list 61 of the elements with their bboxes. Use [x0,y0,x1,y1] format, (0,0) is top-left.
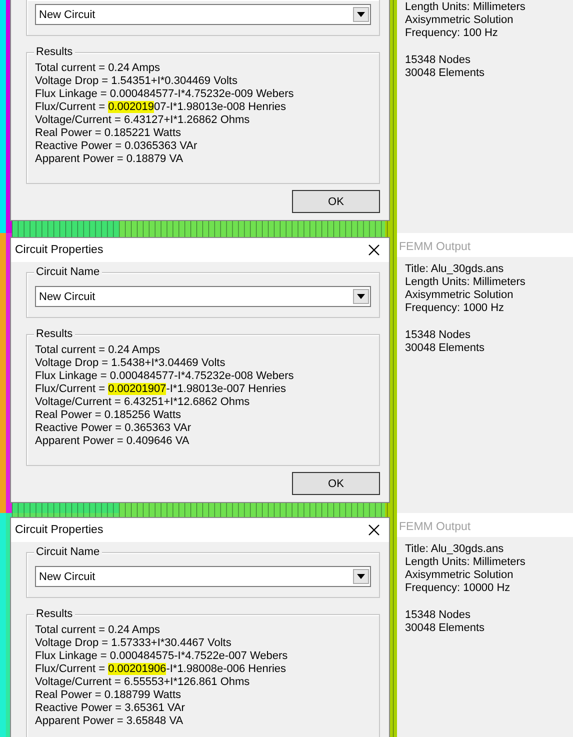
dropdown-value: New Circuit [39,570,96,582]
dropdown-arrow-button[interactable] [353,569,369,584]
result-line: Reactive Power = 0.365363 VAr [35,422,192,435]
output-text: 30048 Elements [405,622,486,635]
result-line: Apparent Power = 0.409646 VA [35,435,190,448]
output-text: Frequency: 10000 Hz [405,582,512,595]
caret-icon [357,294,365,299]
output-text: 30048 Elements [405,342,486,355]
dropdown-value: New Circuit [39,290,96,302]
output-text: 15348 Nodes [405,329,472,342]
result-line: Voltage Drop = 1.57333+I*30.4467 Volts [35,637,232,650]
dropdown-value: New Circuit [39,8,96,20]
close-icon [368,524,380,536]
result-line: Total current = 0.24 Amps [35,624,162,637]
result-line: Voltage/Current = 6.55553+I*126.861 Ohms [35,676,251,689]
result-line: Voltage/Current = 6.43251+I*12.6862 Ohms [35,396,251,409]
dialog-title: Circuit Properties [15,244,104,256]
output-text: Length Units: Millimeters [405,1,526,14]
output-text: Axisymmetric Solution [405,14,514,27]
result-line: Total current = 0.24 Amps [35,62,162,75]
circuit-name-dropdown[interactable]: New Circuit [35,566,371,587]
result-line: Voltage Drop = 1.54351+I*0.304469 Volts [35,75,238,88]
result-line: Flux/Current = 0.00201906-I*1.98008e-006 Henries [35,663,288,676]
caret-icon [357,574,365,579]
result-line: Voltage Drop = 1.5438+I*3.04469 Volts [35,357,226,370]
output-text: Title: Alu_30gds.ans [405,263,505,276]
result-line: Flux Linkage = 0.000484577-I*4.75232e-008 Webers [35,370,295,383]
result-line: Flux/Current = 0.00201907-I*1.98013e-007 Henries [35,383,288,396]
dialog-title: Circuit Properties [15,524,104,536]
dropdown-arrow-button[interactable] [353,289,369,304]
result-line: Flux/Current = 0.00201907-I*1.98013e-008 Henries [35,101,288,114]
output-text: Axisymmetric Solution [405,289,514,302]
output-text: Length Units: Millimeters [405,556,526,569]
ok-button[interactable]: OK [292,190,380,213]
result-line: Reactive Power = 3.65361 VAr [35,702,186,715]
result-line: Real Power = 0.185256 Watts [35,409,182,422]
window-title: FEMM Output [397,517,573,537]
circuit-name-dropdown[interactable]: New Circuit [35,286,371,307]
result-line: Voltage/Current = 6.43127+I*1.26862 Ohms [35,114,251,127]
ok-button[interactable]: OK [292,472,380,495]
result-line: Flux Linkage = 0.000484577-I*4.75232e-009 Webers [35,88,295,101]
output-text: Frequency: 100 Hz [405,27,499,40]
output-text: Axisymmetric Solution [405,569,514,582]
result-line: Total current = 0.24 Amps [35,344,162,357]
result-line: Flux Linkage = 0.000484575-I*4.7522e-007 Webers [35,650,289,663]
output-text: 15348 Nodes [405,54,472,67]
close-icon [368,244,380,256]
output-text: Title: Alu_30gds.ans [405,543,505,556]
output-text: Length Units: Millimeters [405,276,526,289]
result-line: Real Power = 0.185221 Watts [35,127,182,140]
result-line: Apparent Power = 0.18879 VA [35,153,184,166]
result-line: Apparent Power = 3.65848 VA [35,715,184,728]
caret-icon [357,12,365,17]
output-text: Frequency: 1000 Hz [405,302,506,315]
circuit-name-dropdown[interactable]: New Circuit [35,4,371,25]
output-text: 15348 Nodes [405,609,472,622]
window-title: FEMM Output [397,237,573,257]
output-text: 30048 Elements [405,67,486,80]
result-line: Reactive Power = 0.0365363 VAr [35,140,198,153]
dropdown-arrow-button[interactable] [353,7,369,22]
result-line: Real Power = 0.188799 Watts [35,689,182,702]
